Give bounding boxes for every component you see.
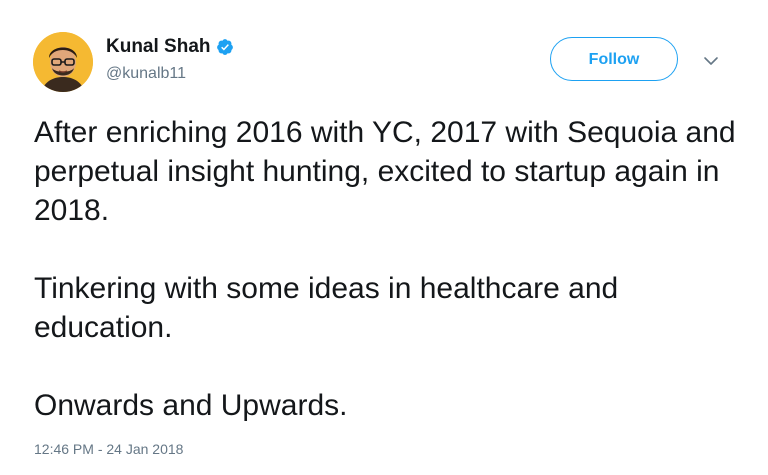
avatar[interactable] [33, 32, 93, 92]
caricature-avatar-icon [33, 32, 93, 92]
tweet-card: Kunal Shah @kunalb11 Follow After enrich… [0, 0, 768, 475]
follow-button[interactable]: Follow [550, 37, 678, 81]
tweet-paragraph: After enriching 2016 with YC, 2017 with … [34, 116, 736, 227]
user-handle[interactable]: @kunalb11 [106, 64, 186, 84]
user-name-text[interactable]: Kunal Shah [106, 36, 211, 58]
chevron-down-icon[interactable] [700, 50, 722, 72]
tweet-paragraph: Onwards and Upwards. [34, 389, 348, 422]
tweet-timestamp[interactable]: 12:46 PM - 24 Jan 2018 [34, 440, 183, 458]
tweet-paragraph: Tinkering with some ideas in healthcare … [34, 272, 619, 344]
user-name[interactable]: Kunal Shah [106, 36, 234, 58]
tweet-text: After enriching 2016 with YC, 2017 with … [34, 113, 754, 425]
verified-badge-icon [216, 39, 233, 55]
